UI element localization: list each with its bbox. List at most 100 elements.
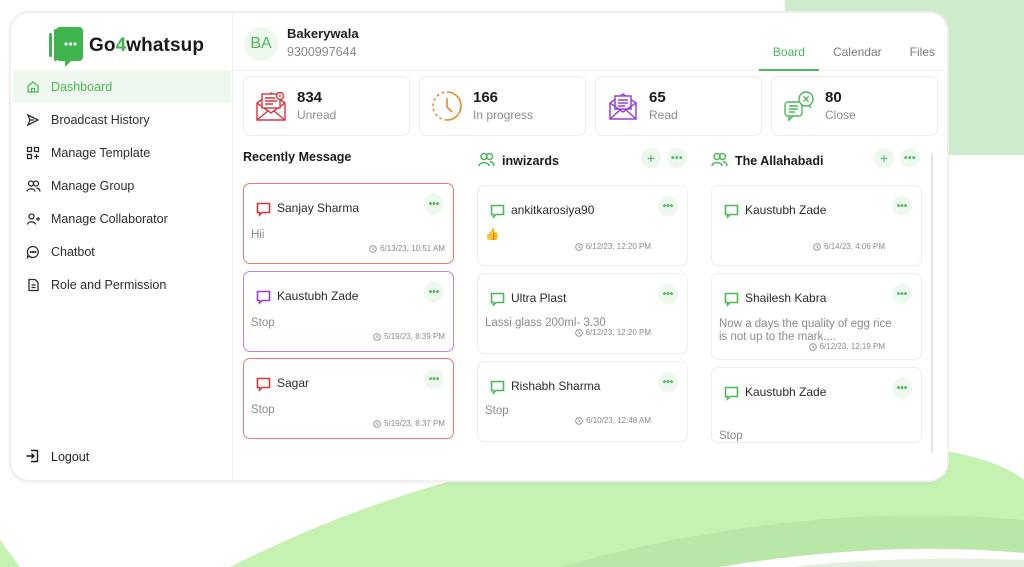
message-icon: [256, 290, 271, 305]
business-name: Bakerywala: [287, 26, 359, 41]
message-time: 6/13/23, 10:51 AM: [369, 244, 445, 253]
more-options-button[interactable]: •••: [424, 194, 444, 214]
stat-label: In progress: [473, 107, 534, 122]
message-time: 6/12/23, 12:20 PM: [574, 242, 651, 251]
stat-in-progress[interactable]: 166 In progress: [419, 76, 586, 136]
clock-icon: [808, 342, 817, 351]
more-options-button[interactable]: •••: [892, 196, 912, 216]
more-options-button[interactable]: •••: [892, 378, 912, 398]
message-icon: [490, 292, 505, 307]
column-more-button[interactable]: •••: [667, 148, 687, 168]
message-time: 5/19/23, 8:37 PM: [373, 419, 445, 428]
stat-value: 65: [649, 88, 666, 106]
more-options-button[interactable]: •••: [658, 196, 678, 216]
clock-icon: [373, 332, 381, 341]
message-preview: Hii: [251, 229, 265, 241]
tab-calendar[interactable]: Calendar: [819, 37, 896, 71]
column-title-allahabadi: The Allahabadi: [711, 152, 823, 169]
stat-read[interactable]: 65 Read: [595, 76, 762, 136]
clock-progress-icon: [431, 90, 463, 122]
clock-icon: [575, 416, 583, 425]
envelope-alert-icon: [255, 90, 287, 122]
tab-files[interactable]: Files: [896, 37, 947, 71]
sidebar-item-chatbot[interactable]: Chatbot: [13, 235, 231, 268]
more-options-button[interactable]: •••: [424, 369, 444, 389]
add-contact-button[interactable]: +: [641, 148, 661, 168]
message-card[interactable]: Kaustubh Zade ••• 6/14/23, 4:06 PM: [711, 185, 922, 266]
screen: Go4whatsup Dashboard Broadcast History M…: [0, 0, 1024, 567]
contact-name: Sagar: [277, 376, 310, 390]
stat-value: 80: [825, 88, 842, 106]
users-icon: [25, 178, 41, 194]
sidebar-item-role-and-permission[interactable]: Role and Permission: [13, 268, 231, 301]
send-icon: [25, 112, 41, 128]
logout-icon: [25, 449, 41, 465]
chat-close-icon: [783, 90, 815, 122]
business-phone: 9300997644: [287, 45, 357, 59]
sidebar-item-label: Broadcast History: [51, 112, 150, 127]
contact-name: Rishabh Sharma: [511, 379, 601, 393]
message-icon: [256, 202, 271, 217]
message-preview: Stop: [251, 317, 275, 329]
message-icon: [724, 204, 739, 219]
clock-icon: [574, 242, 583, 251]
sidebar-nav: Dashboard Broadcast History Manage Templ…: [13, 70, 231, 301]
message-icon: [724, 292, 739, 307]
sidebar-item-manage-collaborator[interactable]: Manage Collaborator: [13, 202, 231, 235]
stat-label: Close: [825, 107, 856, 122]
sidebar-item-manage-group[interactable]: Manage Group: [13, 169, 231, 202]
message-card[interactable]: Sagar ••• Stop 5/19/23, 8:37 PM: [243, 358, 454, 439]
more-options-button[interactable]: •••: [658, 284, 678, 304]
message-time: 6/14/23, 4:06 PM: [813, 242, 885, 251]
contact-name: Shailesh Kabra: [745, 291, 827, 305]
message-card[interactable]: ankitkarosiya90 ••• 👍 6/12/23, 12:20 PM: [477, 185, 688, 266]
logout-label: Logout: [51, 450, 90, 464]
header: BA Bakerywala 9300997644 Board Calendar …: [233, 13, 947, 71]
sidebar-item-dashboard[interactable]: Dashboard: [13, 70, 231, 103]
message-time: 6/10/23, 12:48 AM: [575, 416, 651, 425]
more-options-button[interactable]: •••: [424, 282, 444, 302]
avatar[interactable]: BA: [244, 27, 278, 61]
more-options-button[interactable]: •••: [658, 372, 678, 392]
home-icon: [25, 79, 41, 95]
message-card[interactable]: Sanjay Sharma ••• Hii 6/13/23, 10:51 AM: [243, 183, 454, 264]
contact-name: Ultra Plast: [511, 291, 567, 305]
logo-icon: [49, 27, 83, 67]
stat-close[interactable]: 80 Close: [771, 76, 938, 136]
message-time: 6/12/23, 12:19 PM: [808, 342, 885, 351]
sidebar: Go4whatsup Dashboard Broadcast History M…: [11, 13, 233, 480]
message-card[interactable]: Ultra Plast ••• Lassi glass 200ml- 3.30 …: [477, 273, 688, 354]
logout-button[interactable]: Logout: [25, 449, 89, 465]
message-time: 6/12/23, 12:20 PM: [574, 328, 651, 337]
stat-unread[interactable]: 834 Unread: [243, 76, 410, 136]
message-preview: Stop: [251, 404, 275, 416]
envelope-open-icon: [607, 90, 639, 122]
stat-label: Unread: [297, 107, 337, 122]
logo[interactable]: Go4whatsup: [49, 21, 204, 71]
message-preview: Stop: [719, 430, 743, 442]
more-options-button[interactable]: •••: [892, 284, 912, 304]
message-card[interactable]: Rishabh Sharma ••• Stop 6/10/23, 12:48 A…: [477, 361, 688, 442]
add-contact-button[interactable]: +: [874, 148, 894, 168]
contact-name: Sanjay Sharma: [277, 201, 360, 215]
clock-icon: [369, 244, 377, 253]
contact-name: Kaustubh Zade: [745, 203, 827, 217]
scrollbar-track[interactable]: [931, 153, 933, 453]
sidebar-item-label: Manage Collaborator: [51, 211, 168, 226]
message-card[interactable]: Shailesh Kabra ••• Now a days the qualit…: [711, 273, 922, 360]
message-card[interactable]: Kaustubh Zade ••• Stop: [711, 367, 922, 443]
column-title-inwizards: inwizards: [478, 152, 559, 169]
message-card[interactable]: Kaustubh Zade ••• Stop 5/19/23, 8:39 PM: [243, 271, 454, 352]
clock-icon: [574, 328, 583, 337]
group-icon: [711, 152, 728, 169]
column-title-recent: Recently Message: [243, 150, 352, 164]
stat-value: 834: [297, 88, 323, 106]
app-window: Go4whatsup Dashboard Broadcast History M…: [11, 13, 947, 480]
stat-value: 166: [473, 88, 499, 106]
sidebar-item-manage-template[interactable]: Manage Template: [13, 136, 231, 169]
sidebar-item-broadcast-history[interactable]: Broadcast History: [13, 103, 231, 136]
column-more-button[interactable]: •••: [900, 148, 920, 168]
tab-board[interactable]: Board: [758, 37, 819, 71]
document-icon: [25, 277, 41, 293]
message-time: 5/19/23, 8:39 PM: [373, 332, 445, 341]
